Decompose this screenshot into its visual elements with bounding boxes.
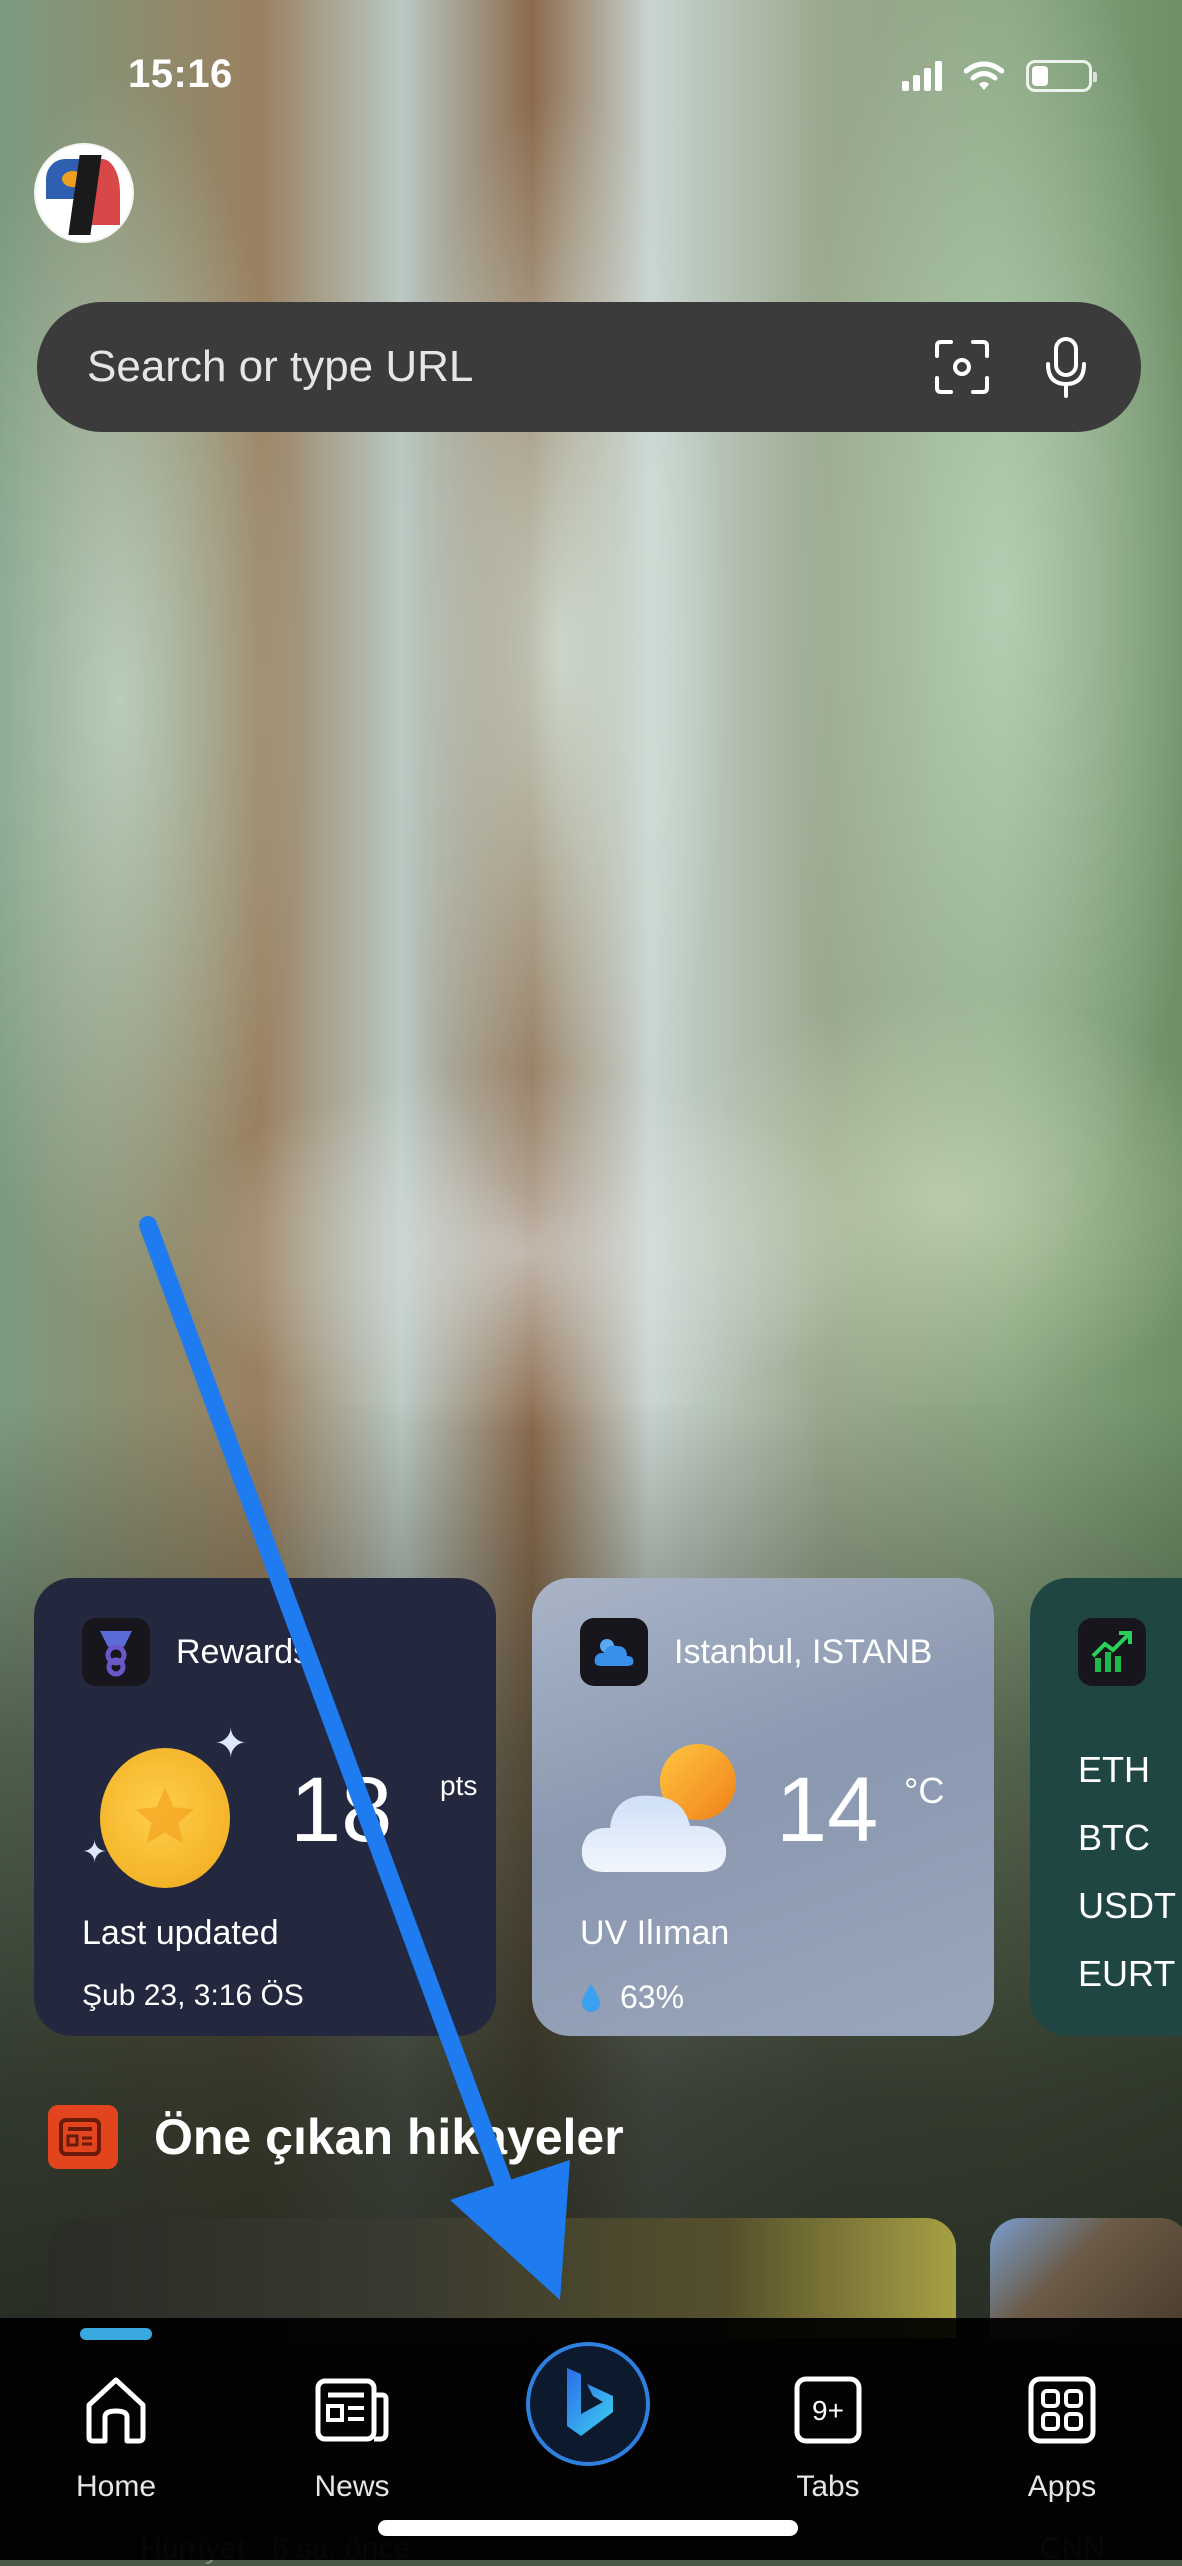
status-icons — [902, 60, 1097, 92]
ticker-symbol: BTC — [1078, 1817, 1150, 1858]
search-bar[interactable] — [37, 302, 1141, 432]
tabs-icon: 9+ — [794, 2376, 862, 2444]
rewards-points-unit: pts — [440, 1770, 478, 1801]
search-input[interactable] — [85, 341, 893, 393]
profile-avatar[interactable] — [36, 145, 132, 241]
weather-temperature: 14 — [776, 1759, 879, 1861]
coin-icon — [100, 1748, 230, 1888]
ticker-symbol: USDT — [1078, 1885, 1176, 1926]
ticker-symbol: EURT — [1078, 1953, 1176, 1994]
weather-widget[interactable]: Istanbul, ISTANB 14 °C UV Ilıman 63% — [532, 1578, 994, 2036]
rewards-widget[interactable]: Rewards ✦ ✦ 18 pts Last updated Şub 23, … — [34, 1578, 496, 2036]
humidity-drop-icon — [582, 1983, 600, 2012]
copilot-icon — [567, 2368, 613, 2436]
nav-home[interactable]: Home — [36, 2360, 196, 2504]
sparkle-icon: ✦ — [214, 1722, 248, 1766]
market-widget[interactable]: ETH BTC USDT EURT — [1030, 1578, 1182, 2036]
nav-news[interactable]: News — [272, 2360, 432, 2504]
microphone-icon — [1046, 337, 1086, 398]
cellular-signal-icon — [902, 61, 942, 91]
weather-app-icon — [580, 1618, 648, 1686]
apps-icon — [1028, 2376, 1096, 2444]
home-icon — [86, 2377, 146, 2444]
nav-tabs[interactable]: 9+ Tabs — [748, 2360, 908, 2504]
rewards-last-updated-label: Last updated — [82, 1914, 279, 1952]
visual-search-button[interactable] — [927, 332, 997, 402]
status-time: 15:16 — [128, 52, 233, 96]
news-section-icon — [48, 2105, 118, 2169]
nav-label: Apps — [1027, 2470, 1097, 2503]
battery-icon — [1026, 60, 1097, 92]
rewards-points: 18 — [290, 1759, 393, 1861]
ticker-symbol: ETH — [1078, 1749, 1150, 1790]
rewards-medal-icon — [82, 1618, 150, 1686]
status-bar: 15:16 — [0, 0, 1182, 96]
news-icon — [315, 2378, 389, 2442]
rewards-title: Rewards — [176, 1632, 311, 1671]
nav-label: Tabs — [796, 2470, 860, 2503]
copilot-button[interactable] — [526, 2342, 650, 2466]
weather-location: Istanbul, ISTANB — [674, 1632, 933, 1671]
tabs-count-badge: 9+ — [812, 2395, 844, 2426]
weather-uv: UV Ilıman — [580, 1914, 730, 1952]
active-tab-indicator — [80, 2328, 152, 2340]
top-stories-header[interactable]: Öne çıkan hikayeler — [48, 2105, 624, 2169]
camera-scan-icon — [935, 340, 989, 394]
section-title: Öne çıkan hikayeler — [154, 2109, 624, 2165]
rewards-last-updated-value: Şub 23, 3:16 ÖS — [82, 1979, 304, 2012]
nav-label: News — [314, 2470, 390, 2503]
market-trend-icon — [1078, 1618, 1146, 1686]
battery-level — [1032, 66, 1049, 86]
voice-search-button[interactable] — [1031, 332, 1101, 402]
wifi-icon — [964, 61, 1004, 90]
weather-unit: °C — [904, 1770, 945, 1811]
nav-label: Home — [75, 2470, 157, 2503]
widgets-carousel[interactable]: Rewards ✦ ✦ 18 pts Last updated Şub 23, … — [34, 1578, 1182, 2038]
partly-cloudy-icon — [581, 1744, 736, 1872]
nav-apps[interactable]: Apps — [982, 2360, 1142, 2504]
weather-humidity: 63% — [620, 1979, 685, 2015]
home-indicator[interactable] — [378, 2520, 798, 2536]
